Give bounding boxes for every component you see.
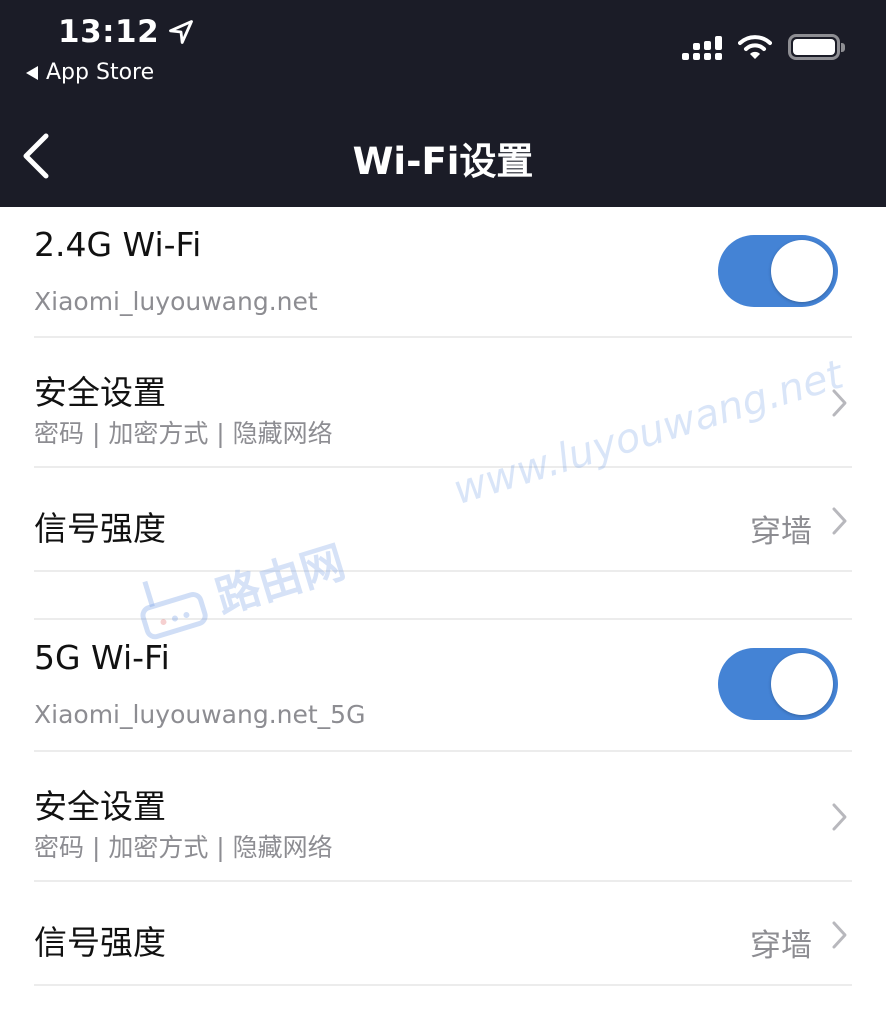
chevron-right-icon [832,803,847,831]
signal-title: 信号强度 [34,923,166,962]
signal-strength-5g[interactable]: 信号强度 穿墙 [34,882,852,986]
security-settings-5g[interactable]: 安全设置 密码 | 加密方式 | 隐藏网络 [34,752,852,882]
back-app-label: App Store [46,60,155,85]
wifi-icon [738,35,772,59]
wifi-24g-row: 2.4G Wi-Fi Xiaomi_luyouwang.net [34,207,852,338]
ssid-label: Xiaomi_luyouwang.net_5G [34,700,366,729]
security-title: 安全设置 [34,787,166,826]
signal-strength-24g[interactable]: 信号强度 穿墙 [34,468,852,572]
chevron-right-icon [832,507,847,535]
section-divider [34,572,852,620]
location-arrow-icon [169,20,194,44]
cellular-signal-icon [682,34,722,60]
security-settings-24g[interactable]: 安全设置 密码 | 加密方式 | 隐藏网络 [34,338,852,468]
security-subtitle: 密码 | 加密方式 | 隐藏网络 [34,419,333,448]
signal-value: 穿墙 [750,514,812,550]
back-triangle-icon [26,65,38,80]
status-time: 13:12 [58,14,195,50]
band-title: 2.4G Wi-Fi [34,225,202,264]
settings-list: 2.4G Wi-Fi Xiaomi_luyouwang.net 安全设置 密码 … [0,207,886,986]
toggle-knob [771,240,833,302]
wifi-5g-row: 5G Wi-Fi Xiaomi_luyouwang.net_5G [34,620,852,752]
chevron-right-icon [832,921,847,949]
security-title: 安全设置 [34,373,166,412]
toggle-knob [771,653,833,715]
status-icons [682,34,845,60]
band-title: 5G Wi-Fi [34,638,170,677]
signal-title: 信号强度 [34,509,166,548]
battery-icon [788,34,845,60]
time-label: 13:12 [58,14,160,50]
back-to-app-store[interactable]: App Store [26,60,154,85]
ssid-label: Xiaomi_luyouwang.net [34,287,318,316]
wifi-5g-toggle[interactable] [718,648,838,720]
signal-value: 穿墙 [750,928,812,964]
security-subtitle: 密码 | 加密方式 | 隐藏网络 [34,833,333,862]
page-title: Wi-Fi设置 [352,140,534,183]
chevron-right-icon [832,389,847,417]
top-bar: 13:12 App Store Wi-Fi设置 [0,0,886,207]
wifi-24g-toggle[interactable] [718,235,838,307]
